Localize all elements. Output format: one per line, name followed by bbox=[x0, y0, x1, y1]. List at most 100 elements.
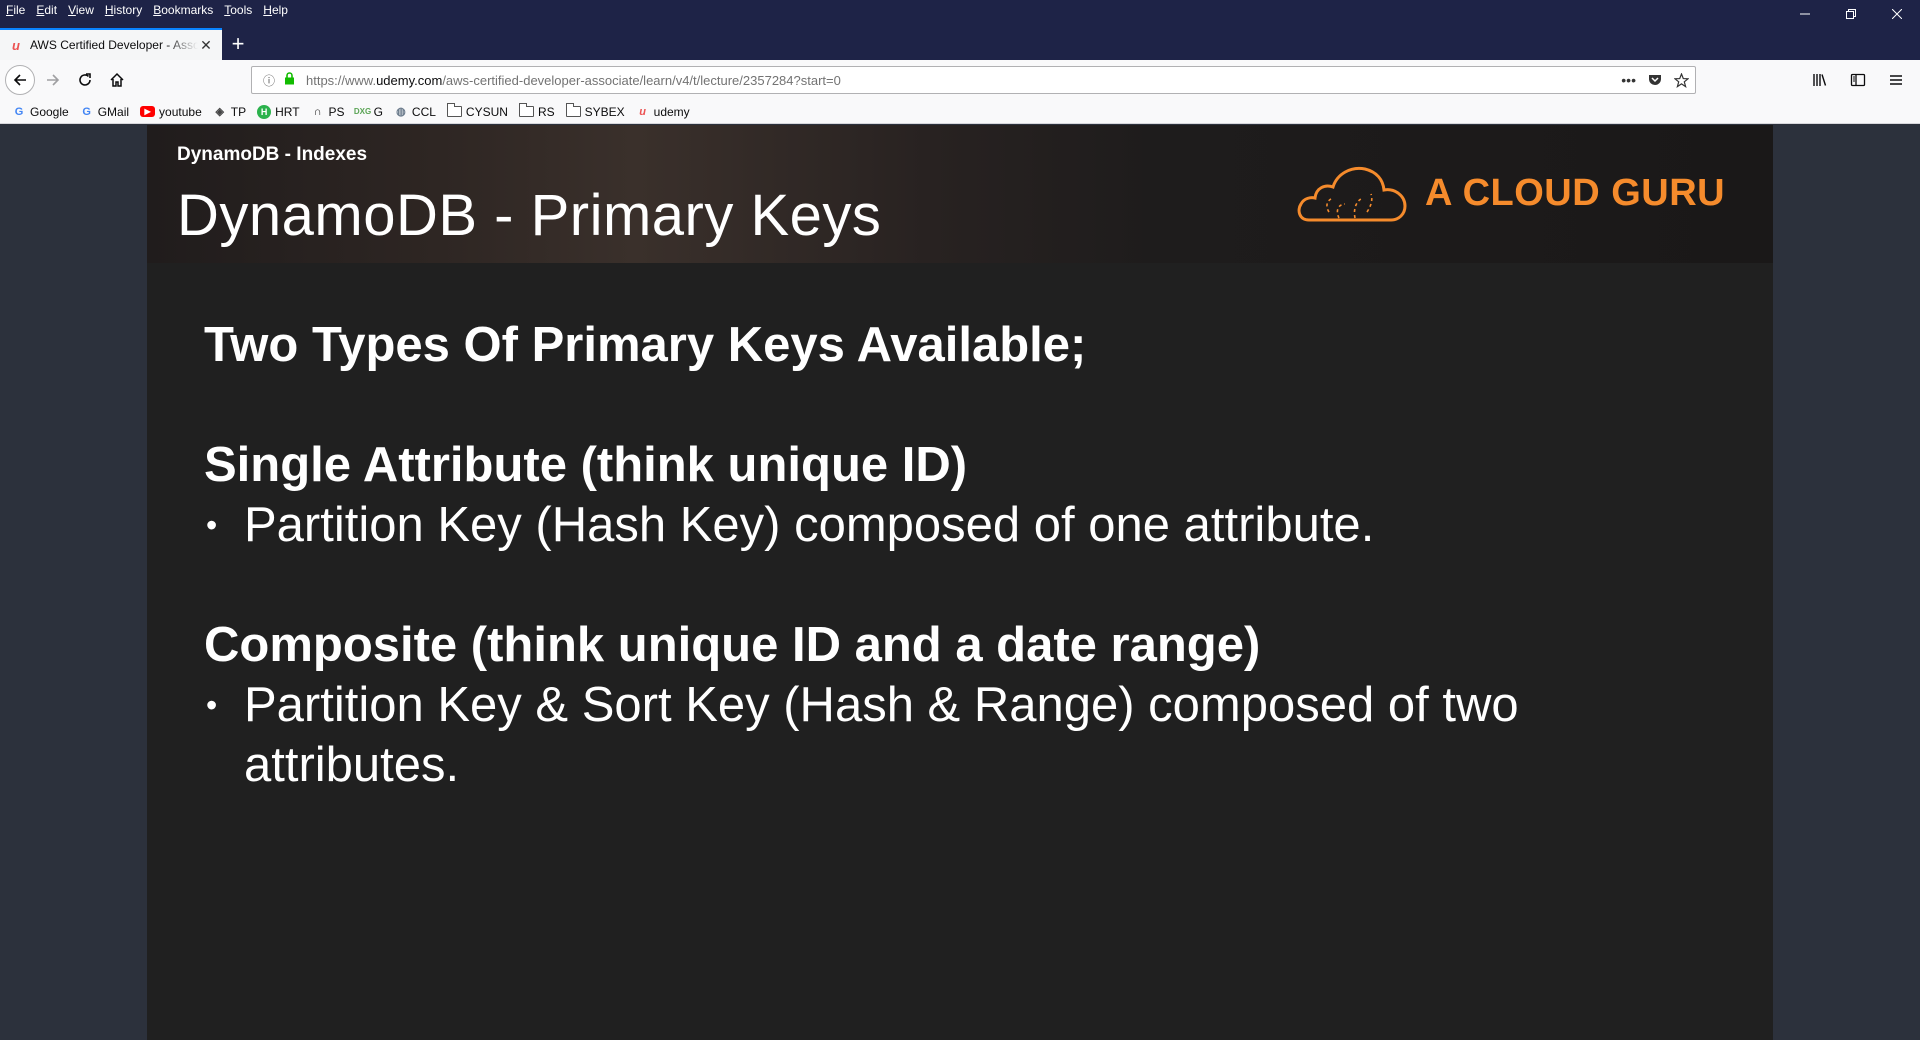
reload-button[interactable] bbox=[69, 64, 101, 96]
restore-button[interactable] bbox=[1828, 0, 1874, 28]
close-icon bbox=[1892, 9, 1902, 19]
bookmark-label: HRT bbox=[275, 104, 300, 119]
video-player[interactable]: DynamoDB - Indexes DynamoDB - Primary Ke… bbox=[147, 125, 1773, 1040]
menu-bar: File Edit View History Bookmarks Tools H… bbox=[0, 0, 299, 20]
bookmarks-toolbar: G Google G GMail ▶ youtube ◈ TP H HRT ∩ PS DXG… bbox=[0, 100, 1920, 124]
logo-text: A CLOUD GURU bbox=[1425, 171, 1726, 214]
slide-header: DynamoDB - Indexes DynamoDB - Primary Ke… bbox=[147, 125, 1773, 263]
youtube-icon: ▶ bbox=[140, 106, 156, 117]
folder-icon bbox=[446, 103, 462, 117]
bookmark-label: Google bbox=[30, 104, 69, 119]
bullet-marker: • bbox=[206, 507, 218, 543]
slide-heading-composite: Composite (think unique ID and a date ra… bbox=[204, 618, 1261, 672]
bookmark-udemy[interactable]: u udemy bbox=[636, 105, 689, 119]
a-cloud-guru-logo: A CLOUD GURU bbox=[1295, 160, 1725, 226]
bookmark-google[interactable]: G Google bbox=[12, 105, 69, 119]
tab-title: AWS Certified Developer - Associate bbox=[30, 38, 198, 52]
page-content: DynamoDB - Indexes DynamoDB - Primary Ke… bbox=[0, 125, 1920, 1040]
url-bar[interactable]: ⓘ https://www.udemy.com/aws-certified-de… bbox=[251, 66, 1696, 94]
bookmark-folder-cysun[interactable]: CYSUN bbox=[446, 103, 508, 119]
page-actions-icon[interactable]: ••• bbox=[1621, 72, 1636, 88]
tab-close-button[interactable]: ✕ bbox=[198, 37, 214, 54]
bookmark-g[interactable]: DXG G bbox=[354, 104, 383, 119]
google-icon: G bbox=[82, 105, 91, 118]
new-tab-button[interactable]: + bbox=[222, 28, 254, 60]
bookmark-folder-rs[interactable]: RS bbox=[518, 103, 555, 119]
bookmark-youtube[interactable]: ▶ youtube bbox=[140, 105, 202, 119]
url-path: /aws-certified-developer-associate/learn… bbox=[442, 72, 841, 88]
minimize-icon bbox=[1800, 13, 1810, 15]
pocket-icon[interactable] bbox=[1648, 73, 1662, 87]
bullet-item: • Partition Key & Sort Key (Hash & Range… bbox=[204, 675, 1734, 795]
arrow-left-icon bbox=[13, 74, 26, 86]
menu-tools[interactable]: Tools bbox=[224, 3, 252, 17]
bookmark-gmail[interactable]: G GMail bbox=[80, 105, 129, 119]
hamburger-menu-icon bbox=[1890, 75, 1902, 85]
cloud-icon bbox=[1297, 166, 1407, 222]
bookmark-hrt[interactable]: H HRT bbox=[257, 104, 300, 119]
bookmark-label: SYBEX bbox=[584, 104, 625, 119]
bookmark-label: CCL bbox=[411, 104, 436, 119]
bookmark-label: CYSUN bbox=[465, 104, 508, 119]
browser-titlebar: File Edit View History Bookmarks Tools H… bbox=[0, 0, 1920, 60]
folder-icon bbox=[565, 103, 581, 117]
slide-heading-single-attribute: Single Attribute (think unique ID) bbox=[204, 438, 968, 492]
menu-button[interactable] bbox=[1880, 64, 1912, 96]
menu-history[interactable]: History bbox=[105, 3, 142, 17]
folder-icon bbox=[518, 103, 534, 117]
url-prefix: https://www. bbox=[306, 72, 377, 88]
slide-title: DynamoDB - Primary Keys bbox=[177, 183, 882, 248]
bullet-text: Partition Key (Hash Key) composed of one… bbox=[244, 498, 1375, 552]
home-button[interactable] bbox=[101, 64, 133, 96]
star-icon[interactable] bbox=[1674, 72, 1689, 88]
tab-strip: u AWS Certified Developer - Associate ✕ … bbox=[0, 28, 1920, 60]
bookmark-tp[interactable]: ◈ TP bbox=[213, 104, 247, 119]
home-icon bbox=[110, 72, 124, 87]
library-button[interactable] bbox=[1804, 64, 1836, 96]
back-button[interactable] bbox=[5, 65, 35, 95]
shield-icon: ◍ bbox=[396, 106, 406, 118]
slide-body: Two Types Of Primary Keys Available; Sin… bbox=[204, 315, 1734, 795]
menu-help[interactable]: Help bbox=[263, 3, 288, 17]
bookmark-label: TP bbox=[230, 104, 247, 119]
bullet-item: • Partition Key (Hash Key) composed of o… bbox=[204, 495, 1734, 555]
bookmark-label: youtube bbox=[159, 104, 202, 119]
info-icon[interactable]: ⓘ bbox=[258, 72, 280, 89]
slide-heading-primary-keys: Two Types Of Primary Keys Available; bbox=[204, 318, 1087, 372]
bookmark-ps[interactable]: ∩ PS bbox=[311, 105, 345, 119]
udemy-icon: u bbox=[639, 105, 646, 118]
bookmark-label: G bbox=[373, 104, 383, 119]
url-actions: ••• bbox=[1621, 67, 1689, 93]
restore-icon bbox=[1846, 9, 1856, 19]
bookmark-ccl[interactable]: ◍ CCL bbox=[394, 105, 436, 119]
hrt-icon: H bbox=[257, 104, 272, 119]
arch-icon: ∩ bbox=[313, 105, 322, 118]
bullet-marker: • bbox=[206, 687, 218, 723]
bookmark-folder-sybex[interactable]: SYBEX bbox=[565, 103, 625, 119]
forward-button[interactable] bbox=[37, 64, 69, 96]
reload-icon bbox=[79, 73, 91, 86]
library-icon bbox=[1813, 74, 1827, 86]
diamond-icon: ◈ bbox=[215, 106, 224, 118]
minimize-button[interactable] bbox=[1782, 0, 1828, 28]
url-text[interactable]: https://www.udemy.com/aws-certified-deve… bbox=[306, 73, 841, 88]
menu-view[interactable]: View bbox=[68, 3, 94, 17]
slide-subtitle: DynamoDB - Indexes bbox=[177, 144, 368, 165]
url-host: udemy.com bbox=[376, 72, 443, 88]
bookmark-label: PS bbox=[328, 104, 345, 119]
menu-bookmarks[interactable]: Bookmarks bbox=[153, 3, 213, 17]
arrow-right-icon bbox=[47, 74, 60, 86]
lock-icon[interactable] bbox=[280, 72, 298, 88]
bookmark-label: RS bbox=[537, 104, 555, 119]
tab-active[interactable]: u AWS Certified Developer - Associate ✕ bbox=[0, 28, 222, 60]
toolbar-right-buttons bbox=[1804, 64, 1912, 96]
menu-file[interactable]: File bbox=[6, 3, 25, 17]
google-icon: G bbox=[14, 105, 24, 118]
window-controls bbox=[1782, 0, 1920, 28]
sidebar-icon bbox=[1850, 73, 1866, 87]
sidebar-button[interactable] bbox=[1842, 64, 1874, 96]
close-window-button[interactable] bbox=[1874, 0, 1920, 28]
menu-edit[interactable]: Edit bbox=[36, 3, 57, 17]
navigation-toolbar: ⓘ https://www.udemy.com/aws-certified-de… bbox=[0, 60, 1920, 100]
bookmark-label: GMail bbox=[97, 104, 130, 119]
